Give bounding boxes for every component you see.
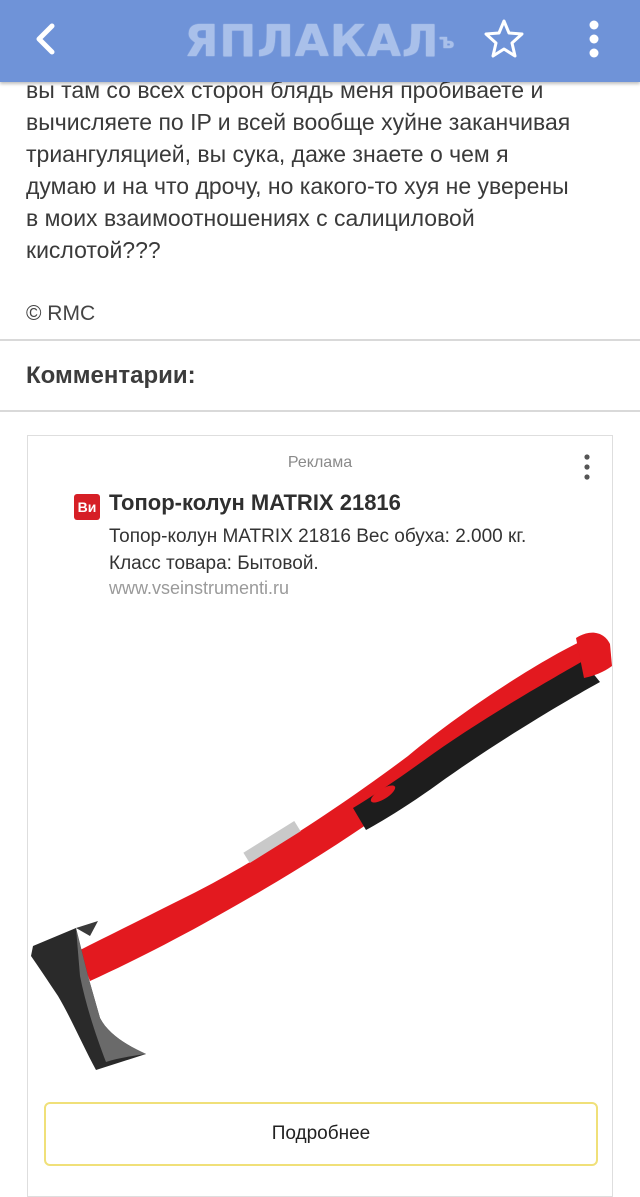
app-header: ЯПЛАКАЛ ъ [0,0,640,82]
ad-url-link[interactable]: www.vseinstrumenti.ru [109,578,289,599]
ad-card[interactable]: Реклама Ви Топор-колун MATRIX 21816 Топо… [27,435,613,1197]
favorite-button[interactable] [482,17,526,61]
story-copyright: © RMC [26,302,96,325]
ad-title-link[interactable]: Топор-колун MATRIX 21816 [109,490,401,516]
logo-suffix: ъ [439,29,456,53]
star-outline-icon [484,19,524,58]
back-arrow-icon [36,23,55,55]
more-vertical-icon [589,20,599,58]
more-vertical-icon [584,454,590,480]
ad-description: Топор-колун MATRIX 21816 Вес обуха: 2.00… [109,526,527,574]
divider [0,410,640,412]
overflow-menu-button[interactable] [576,15,612,63]
site-logo[interactable]: ЯПЛАКАЛ ъ [180,14,460,68]
ad-label: Реклама [287,454,353,471]
comments-heading: Комментарии: [26,362,196,389]
axe-product-image [31,632,612,1070]
ad-product-image[interactable] [28,616,612,1086]
ad-brand-logo: Ви [74,494,100,520]
story-text: вы там со всех сторон блядь меня пробива… [26,77,571,263]
back-button[interactable] [22,14,70,64]
ad-options-button[interactable] [576,452,598,482]
divider [0,339,640,341]
logo-text: ЯПЛАКАЛ [184,15,440,67]
ad-details-button[interactable]: Подробнее [44,1102,598,1166]
